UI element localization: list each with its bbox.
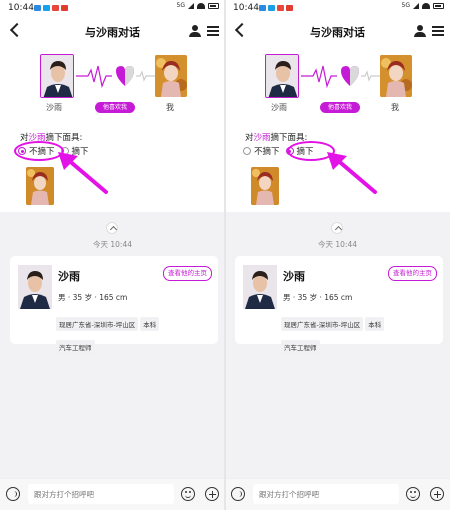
card-tags: 现居广东省-深圳市-坪山区 本科 汽车工程师 [56,312,216,358]
card-tags: 现居广东省-深圳市-坪山区 本科 汽车工程师 [281,312,441,358]
heart-icon [301,65,381,89]
radio-keep-mask[interactable]: 不摘下 [243,145,280,157]
partner-avatar[interactable] [40,54,74,98]
chevron-up-icon[interactable] [106,222,118,234]
voice-icon[interactable] [6,487,20,501]
card-basic-info: 男 · 35 岁 · 165 cm [58,293,128,302]
signal-icon [413,3,419,9]
like-badge: 他喜欢我 [320,102,360,113]
profile-card: 沙雨 查看他的主页 男 · 35 岁 · 165 cm 现居广东省-深圳市-坪山… [10,256,218,354]
mask-question: 对沙雨摘下面具: [245,131,307,143]
my-name: 我 [166,103,174,112]
notification-icons [259,5,293,11]
tag-location: 现居广东省-深圳市-坪山区 [281,317,364,331]
mask-photo[interactable] [251,167,279,205]
input-bar [0,478,225,510]
match-section: 沙雨 他喜欢我 我 对沙雨摘下面具: 不摘下 摘下 [225,46,450,212]
menu-icon[interactable] [432,26,444,36]
user-icon[interactable] [189,25,201,37]
status-time: 10:44 [233,3,259,13]
battery-icon [433,3,444,9]
heart-icon [76,65,156,89]
message-timestamp: 今天 10:44 [318,240,357,249]
status-bar: 10:44 5G [225,0,450,16]
radio-unchecked-icon [243,147,251,155]
pointer-arrow-icon [58,152,108,194]
message-input[interactable] [28,484,174,504]
question-name: 沙雨 [253,133,271,143]
input-bar [225,478,450,510]
partner-name: 沙雨 [271,103,287,112]
message-timestamp: 今天 10:44 [93,240,132,249]
status-right-icons: 5G [177,3,219,9]
emoji-icon[interactable] [181,487,195,501]
screen-left: 10:44 5G 与沙雨对话 沙雨 他喜欢我 我 对沙雨摘下面具: 不摘下 摘下… [0,0,225,510]
network-label: 5G [176,2,185,9]
pointer-arrow-icon [327,152,377,194]
view-homepage-button[interactable]: 查看他的主页 [163,266,212,281]
status-bar: 10:44 5G [0,0,225,16]
tag-location: 现居广东省-深圳市-坪山区 [56,317,139,331]
card-name: 沙雨 [283,270,305,283]
status-right-icons: 5G [402,3,444,9]
wifi-icon [197,3,205,9]
partner-avatar[interactable] [265,54,299,98]
like-badge: 他喜欢我 [95,102,135,113]
status-time: 10:44 [8,3,34,13]
menu-icon[interactable] [207,26,219,36]
plus-icon[interactable] [205,487,219,501]
card-avatar[interactable] [243,265,277,309]
screen-divider [224,0,226,510]
tag-occupation: 汽车工程师 [56,340,95,354]
user-icon[interactable] [414,25,426,37]
tag-education: 本科 [140,317,160,331]
notification-icons [34,5,68,11]
radio-label: 不摘下 [254,147,280,157]
message-input[interactable] [253,484,399,504]
screen-right: 10:44 5G 与沙雨对话 沙雨 他喜欢我 我 对沙雨摘下面具: 不摘下 摘下… [225,0,450,510]
profile-card: 沙雨 查看他的主页 男 · 35 岁 · 165 cm 现居广东省-深圳市-坪山… [235,256,443,354]
nav-bar: 与沙雨对话 [0,16,225,46]
view-homepage-button[interactable]: 查看他的主页 [388,266,437,281]
chevron-up-icon[interactable] [331,222,343,234]
my-avatar[interactable] [380,55,412,97]
card-avatar[interactable] [18,265,52,309]
nav-bar: 与沙雨对话 [225,16,450,46]
battery-icon [208,3,219,9]
emoji-icon[interactable] [406,487,420,501]
voice-icon[interactable] [231,487,245,501]
question-prefix: 对 [245,133,254,143]
signal-icon [188,3,194,9]
plus-icon[interactable] [430,487,444,501]
partner-name: 沙雨 [46,103,62,112]
tag-occupation: 汽车工程师 [281,340,320,354]
tag-education: 本科 [365,317,385,331]
card-basic-info: 男 · 35 岁 · 165 cm [283,293,353,302]
my-avatar[interactable] [155,55,187,97]
network-label: 5G [401,2,410,9]
mask-photo[interactable] [26,167,54,205]
card-name: 沙雨 [58,270,80,283]
match-section: 沙雨 他喜欢我 我 对沙雨摘下面具: 不摘下 摘下 [0,46,225,212]
my-name: 我 [391,103,399,112]
wifi-icon [422,3,430,9]
